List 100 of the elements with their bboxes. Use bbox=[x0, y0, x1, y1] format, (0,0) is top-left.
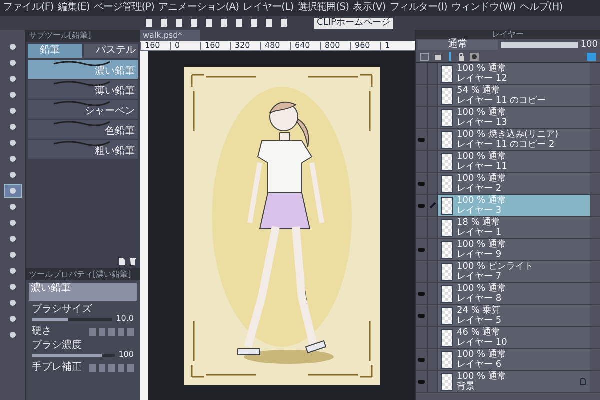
layer-name: レイヤー 2 bbox=[457, 184, 503, 194]
layer-name: レイヤー 8 bbox=[457, 294, 503, 304]
layer-name: レイヤー 13 bbox=[457, 118, 508, 128]
layer-row[interactable]: 100 % 通常 レイヤー 8 bbox=[438, 283, 590, 304]
eye-icon[interactable] bbox=[418, 358, 425, 362]
panel-title: サブツール[鉛筆] bbox=[29, 32, 92, 40]
slider-track[interactable] bbox=[32, 354, 115, 356]
layer-row[interactable]: 46 % 通常 レイヤー 10 bbox=[438, 327, 590, 348]
layer-mode: 100 % 通常 bbox=[457, 372, 508, 382]
menu-item[interactable]: 表示(V) bbox=[353, 3, 386, 13]
slider-value: 10.0 bbox=[116, 315, 134, 323]
layer-row[interactable]: 18 % 通常 レイヤー 1 bbox=[438, 217, 590, 238]
layer-color-icon[interactable] bbox=[587, 52, 596, 60]
ruler-label: 960 bbox=[350, 42, 380, 50]
slider-track[interactable] bbox=[32, 318, 112, 320]
brush-item[interactable]: シャーペン bbox=[28, 100, 138, 119]
layer-name: レイヤー 9 bbox=[457, 250, 503, 260]
layer-name: レイヤー 10 bbox=[457, 338, 508, 348]
menu-item[interactable]: 選択範囲(S) bbox=[298, 3, 350, 13]
layer-mode: 54 % 通常 bbox=[457, 86, 502, 96]
layer-row[interactable]: 100 % 通常 レイヤー 2 bbox=[438, 173, 590, 194]
menu-item[interactable]: ウィンドウ(W) bbox=[451, 3, 516, 13]
layer-row[interactable]: 100 % 焼き込み(リニア) レイヤー 11 のコピー 2 bbox=[438, 129, 590, 150]
tool-button[interactable] bbox=[4, 184, 22, 198]
brush-preview: 濃い鉛筆 bbox=[29, 283, 137, 301]
property-label: 手ブレ補正 bbox=[32, 362, 83, 373]
menu-item[interactable]: アニメーション(A) bbox=[158, 3, 240, 13]
color-swatch-icon[interactable] bbox=[420, 52, 429, 60]
eye-icon[interactable] bbox=[418, 314, 425, 318]
eye-icon[interactable] bbox=[418, 204, 425, 208]
ruler-label: 480 bbox=[260, 42, 290, 50]
layer-mode: 100 % 通常 bbox=[457, 108, 508, 118]
property-label: ブラシ濃度 bbox=[32, 340, 83, 351]
layer-row[interactable]: 100 % 通常 レイヤー 6 bbox=[438, 349, 590, 370]
layer-mode: 100 % 通常 bbox=[457, 240, 508, 250]
ruler-label: 320 bbox=[230, 42, 260, 50]
eye-icon[interactable] bbox=[418, 248, 425, 252]
ruler-label: 800 bbox=[320, 42, 350, 50]
opacity-slider[interactable] bbox=[501, 42, 578, 48]
ruler-label: 640 bbox=[290, 42, 320, 50]
menu-item[interactable]: ヘルプ(H) bbox=[520, 3, 563, 13]
menu-item[interactable]: 編集(E) bbox=[58, 3, 90, 13]
layer-mode: 100 % 通常 bbox=[457, 350, 508, 360]
layer-mode: 100 % 通常 bbox=[457, 64, 508, 74]
ruler-label: 160 bbox=[140, 42, 170, 50]
mask-icon[interactable] bbox=[470, 52, 479, 60]
property-label: 硬さ bbox=[32, 326, 53, 337]
layer-name: レイヤー 11 のコピー 2 bbox=[457, 140, 555, 150]
new-page-icon[interactable] bbox=[118, 257, 126, 266]
layer-mode: 100 % 焼き込み(リニア) bbox=[457, 130, 560, 140]
layer-name: 背景 bbox=[457, 382, 476, 392]
layer-name: レイヤー 12 bbox=[457, 74, 508, 84]
slider-value: 100 bbox=[118, 351, 134, 359]
brush-stroke-icon bbox=[52, 100, 112, 106]
brush-item[interactable]: 薄い鉛筆 bbox=[28, 80, 138, 99]
layer-mode: 100 % ピンライト bbox=[457, 262, 534, 272]
layer-row[interactable]: 24 % 乗算 レイヤー 5 bbox=[438, 305, 590, 326]
menu-item[interactable]: フィルター(I) bbox=[390, 3, 448, 13]
layer-mode: 46 % 通常 bbox=[457, 328, 502, 338]
panel-title: ツールプロパティ[濃い鉛筆] bbox=[29, 270, 132, 278]
layer-mode: 100 % 通常 bbox=[457, 284, 508, 294]
paper-icon[interactable] bbox=[434, 52, 442, 60]
layer-row[interactable]: 100 % 通常 レイヤー 9 bbox=[438, 239, 590, 260]
layer-name: レイヤー 3 bbox=[457, 206, 503, 216]
ruler-label: 1 bbox=[380, 42, 410, 50]
layer-mode: 100 % 通常 bbox=[457, 196, 508, 206]
brush-stroke-icon bbox=[52, 140, 112, 146]
layer-row[interactable]: 100 % 通常 レイヤー 12 bbox=[438, 63, 590, 84]
brush-stroke-icon bbox=[52, 80, 112, 86]
layer-name: レイヤー 1 bbox=[457, 228, 503, 238]
menu-item[interactable]: ファイル(F) bbox=[3, 3, 54, 13]
blend-mode-dropdown[interactable]: 通常 bbox=[418, 40, 498, 50]
eye-icon[interactable] bbox=[418, 292, 425, 296]
lock-icon[interactable] bbox=[458, 52, 465, 61]
menu-item[interactable]: レイヤー(L) bbox=[243, 3, 294, 13]
brush-item[interactable]: 色鉛筆 bbox=[28, 120, 138, 139]
layer-row[interactable]: 100 % 通常 レイヤー 11 bbox=[438, 151, 590, 172]
layer-row[interactable]: 100 % ピンライト レイヤー 7 bbox=[438, 261, 590, 282]
ruler-label: 0 bbox=[170, 42, 200, 50]
eye-icon[interactable] bbox=[418, 138, 425, 142]
eye-icon[interactable] bbox=[418, 182, 425, 186]
menu-item[interactable]: ページ管理(P) bbox=[94, 3, 155, 13]
layer-row[interactable]: 100 % 通常 背景 bbox=[438, 371, 590, 392]
layer-row[interactable]: 54 % 通常 レイヤー 11 のコピー bbox=[438, 85, 590, 106]
layer-mode: 24 % 乗算 bbox=[457, 306, 502, 316]
brush-tab[interactable]: パステル bbox=[84, 44, 138, 58]
homepage-button[interactable]: CLIPホームページ bbox=[314, 18, 394, 28]
pen-icon bbox=[429, 202, 436, 209]
opacity-value: 100 bbox=[580, 40, 598, 50]
layer-name: レイヤー 7 bbox=[457, 272, 503, 282]
brush-item[interactable]: 粗い鉛筆 bbox=[28, 140, 138, 159]
panel-title: レイヤー bbox=[492, 30, 524, 38]
layer-name: レイヤー 5 bbox=[457, 316, 503, 326]
ruler-label: 160 bbox=[200, 42, 230, 50]
trash-icon[interactable] bbox=[129, 257, 137, 266]
eye-icon[interactable] bbox=[418, 380, 425, 384]
layer-mode: 100 % 通常 bbox=[457, 152, 508, 162]
layer-mode: 100 % 通常 bbox=[457, 174, 508, 184]
layer-row[interactable]: 100 % 通常 レイヤー 13 bbox=[438, 107, 590, 128]
layer-name: レイヤー 6 bbox=[457, 360, 503, 370]
